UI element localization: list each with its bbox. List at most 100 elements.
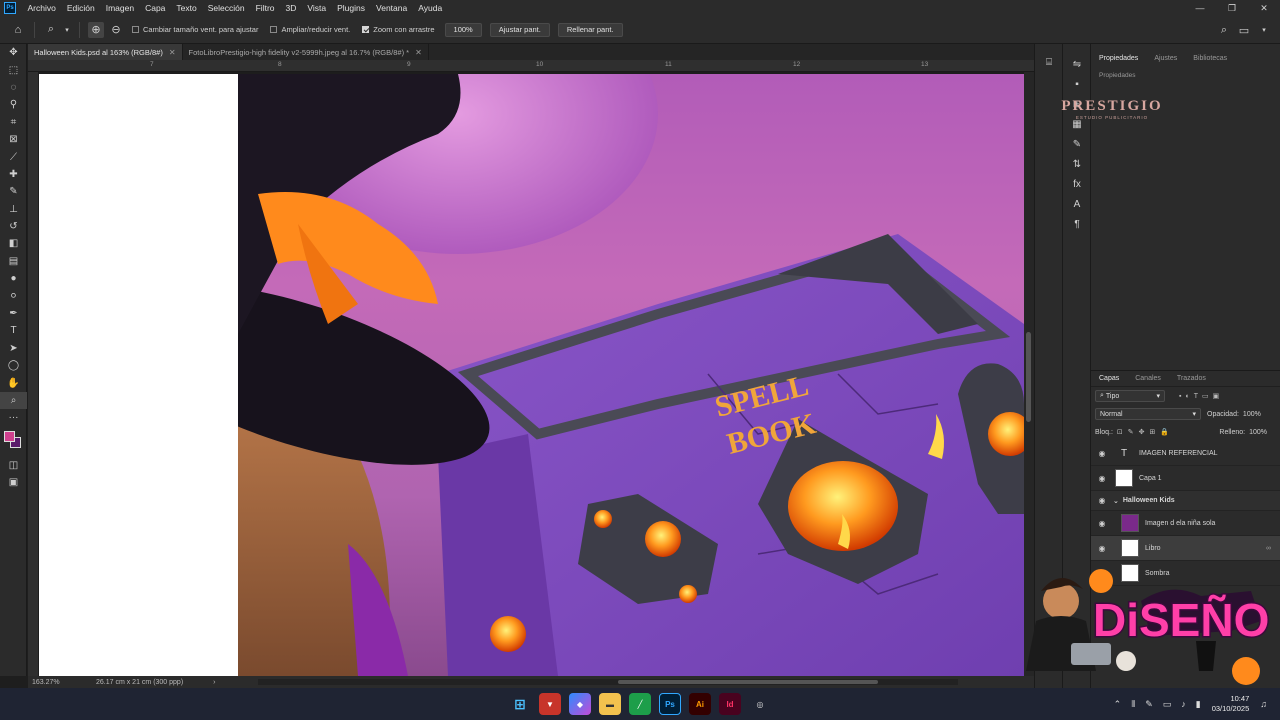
brush-settings-icon[interactable]: ✎ — [1063, 134, 1091, 154]
close-icon[interactable]: ✕ — [169, 48, 176, 57]
tab-trazados[interactable]: Trazados — [1169, 375, 1214, 382]
home-icon[interactable]: ⌂ — [10, 22, 26, 38]
app-circle-icon[interactable]: ◎ — [749, 693, 771, 715]
eraser-tool-icon[interactable]: ◧ — [0, 235, 27, 252]
crop-tool-icon[interactable]: ⌗ — [0, 114, 27, 131]
workspace-icon[interactable]: ▭ — [1236, 22, 1252, 38]
fill-value[interactable]: 100% — [1249, 429, 1267, 436]
layer-row[interactable]: ◉ Imagen d ela niña sola — [1091, 511, 1280, 536]
artboard[interactable]: SPELL BOOK — [39, 74, 1024, 676]
app-green-icon[interactable]: ╱ — [629, 693, 651, 715]
quick-mask-icon[interactable]: ◫ — [0, 457, 27, 474]
history-icon[interactable]: ⌸ — [1035, 52, 1063, 72]
libraries-icon[interactable]: ⇋ — [1063, 54, 1091, 74]
document-canvas[interactable]: SPELL BOOK — [38, 72, 1024, 676]
indesign-taskbar-icon[interactable]: Id — [719, 693, 741, 715]
notification-bell-icon[interactable]: ♫ — [1260, 699, 1267, 709]
zoom-level[interactable]: 163.27% — [32, 679, 72, 686]
opacity-value[interactable]: 100% — [1243, 411, 1261, 418]
scrubby-zoom-checkbox[interactable] — [362, 26, 370, 33]
lock-icons[interactable]: ⊡✎✥⊞🔒 — [1117, 428, 1174, 436]
character-icon[interactable]: A — [1063, 194, 1091, 214]
eye-icon[interactable]: ◉ — [1095, 519, 1109, 528]
photoshop-taskbar-icon[interactable]: Ps — [659, 693, 681, 715]
battery-icon[interactable]: ▮ — [1196, 699, 1201, 710]
styles-fx-icon[interactable]: fx — [1063, 174, 1091, 194]
scrubby-zoom-option[interactable]: Zoom con arrastre — [362, 25, 435, 34]
adjustments-icon[interactable]: ⇅ — [1063, 154, 1091, 174]
zoom-percentage-field[interactable]: 100% — [444, 22, 482, 37]
dodge-tool-icon[interactable]: ⚪ — [0, 287, 27, 304]
move-tool-icon[interactable]: ✥ — [0, 44, 27, 61]
tab-canales[interactable]: Canales — [1127, 375, 1169, 382]
menu-ventana[interactable]: Ventana — [371, 3, 413, 13]
fit-screen-button[interactable]: Ajustar pant. — [489, 22, 550, 37]
foreground-color-swatch[interactable] — [4, 430, 15, 442]
eye-icon[interactable]: ◉ — [1095, 449, 1109, 458]
chevron-down-icon[interactable]: ▾ — [1256, 22, 1272, 38]
tab-bibliotecas[interactable]: Bibliotecas — [1185, 55, 1235, 62]
tab-halloween-kids[interactable]: Halloween Kids.psd al 163% (RGB/8#) ✕ — [28, 44, 183, 60]
tab-capas[interactable]: Capas — [1091, 375, 1127, 382]
search-icon[interactable]: ⌕ — [1216, 22, 1232, 38]
more-tools-icon[interactable]: ··· — [0, 409, 27, 426]
healing-brush-tool-icon[interactable]: ✚ — [0, 166, 27, 183]
gradient-tool-icon[interactable]: ▤ — [0, 253, 27, 270]
menu-capa[interactable]: Capa — [140, 3, 171, 13]
screen-mode-icon[interactable]: ▣ — [0, 474, 27, 491]
zoom-out-icon[interactable]: ⊖ — [108, 22, 124, 38]
zoom-in-icon[interactable]: ⊕ — [88, 21, 104, 38]
brush-tool-icon[interactable]: ✎ — [0, 183, 27, 200]
chevron-down-icon[interactable]: ▾ — [63, 22, 71, 38]
minimize-icon[interactable]: — — [1184, 0, 1216, 16]
layer-row[interactable]: ◉ T IMAGEN REFERENCIAL — [1091, 441, 1280, 466]
lasso-tool-icon[interactable]: ◌ — [0, 79, 27, 96]
network-icon[interactable]: ▭ — [1163, 699, 1172, 710]
menu-archivo[interactable]: Archivo — [22, 3, 61, 13]
zoom-all-windows-checkbox[interactable] — [270, 26, 278, 33]
menu-edicion[interactable]: Edición — [61, 3, 100, 13]
stamp-tool-icon[interactable]: ⊥ — [0, 201, 27, 218]
menu-seleccion[interactable]: Selección — [202, 3, 250, 13]
layer-group-row[interactable]: ◉ ⌄ Halloween Kids — [1091, 491, 1280, 511]
tab-foto-libro[interactable]: FotoLibroPrestigio-high fidelity v2-5999… — [183, 44, 429, 60]
color-swatches[interactable] — [0, 427, 27, 457]
eyedropper-tool-icon[interactable]: ⟋ — [0, 148, 27, 165]
pen-tool-icon[interactable]: ✒ — [0, 305, 27, 322]
maximize-icon[interactable]: ❐ — [1216, 0, 1248, 16]
copilot-icon[interactable]: ◆ — [569, 693, 591, 715]
windows-start-icon[interactable]: ⊞ — [509, 693, 531, 715]
menu-vista[interactable]: Vista — [302, 3, 332, 13]
menu-imagen[interactable]: Imagen — [100, 3, 139, 13]
menu-plugins[interactable]: Plugins — [332, 3, 371, 13]
path-selection-tool-icon[interactable]: ➤ — [0, 340, 27, 357]
blend-mode-select[interactable]: Normal ▾ — [1095, 408, 1201, 420]
illustrator-taskbar-icon[interactable]: Ai — [689, 693, 711, 715]
resize-windows-checkbox[interactable] — [132, 26, 139, 33]
eye-icon[interactable]: ◉ — [1095, 544, 1109, 553]
tab-ajustes[interactable]: Ajustes — [1146, 55, 1185, 62]
layer-row[interactable]: ◉ Capa 1 — [1091, 466, 1280, 491]
eye-icon[interactable]: ◉ — [1095, 474, 1109, 483]
resize-windows-option[interactable]: Cambiar tamaño vent. para ajustar — [132, 25, 258, 34]
close-icon[interactable]: ✕ — [1248, 0, 1280, 16]
volume-icon[interactable]: ♪ — [1181, 699, 1186, 709]
frame-tool-icon[interactable]: ⊠ — [0, 131, 27, 148]
chevron-right-icon[interactable]: › — [213, 679, 215, 686]
chevron-up-icon[interactable]: ⌃ — [1114, 699, 1122, 710]
file-explorer-icon[interactable]: ▬ — [599, 693, 621, 715]
eye-icon[interactable]: ◉ — [1095, 496, 1109, 505]
brave-browser-icon[interactable]: ▼ — [539, 693, 561, 715]
shape-tool-icon[interactable]: ◯ — [0, 357, 27, 374]
magic-wand-tool-icon[interactable]: ⚲ — [0, 96, 27, 113]
layer-kind-filter[interactable]: ⌕ Tipo ▾ — [1095, 390, 1165, 402]
menu-3d[interactable]: 3D — [280, 3, 302, 13]
comments-icon[interactable]: ▪ — [1063, 74, 1091, 94]
filter-type-icons[interactable]: ▪◐T▭▣ — [1179, 392, 1223, 400]
blur-tool-icon[interactable]: ● — [0, 270, 27, 287]
zoom-all-windows-option[interactable]: Ampliar/reducir vent. — [270, 25, 350, 34]
zoom-tool-icon[interactable]: ⌕ — [0, 391, 27, 410]
chevron-down-icon[interactable]: ⌄ — [1113, 497, 1119, 505]
microphone-icon[interactable]: ⦀ — [1131, 699, 1135, 710]
close-icon[interactable]: ✕ — [415, 48, 422, 57]
